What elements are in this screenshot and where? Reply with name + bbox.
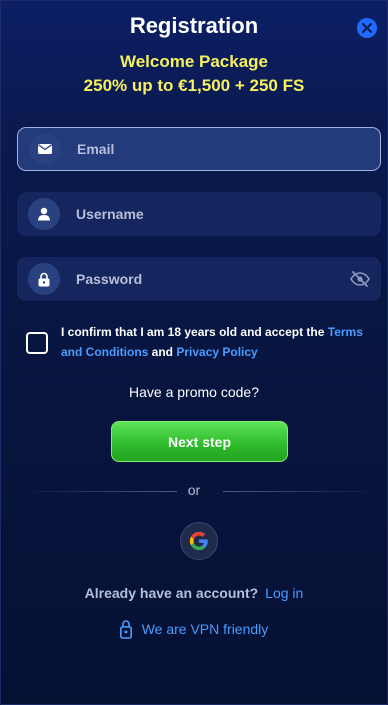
- divider-right: [223, 491, 381, 492]
- vpn-friendly-text: We are VPN friendly: [141, 621, 269, 637]
- vpn-lock-icon: [119, 619, 132, 639]
- age-confirm-checkbox[interactable]: [26, 332, 48, 354]
- or-separator: or: [187, 482, 201, 498]
- confirm-text-and: and: [148, 345, 177, 359]
- privacy-policy-link[interactable]: Privacy Policy: [176, 345, 257, 359]
- envelope-icon: [29, 133, 61, 165]
- registration-modal: Registration Welcome Package 250% up to …: [0, 0, 388, 705]
- google-login-button[interactable]: [180, 522, 218, 560]
- username-field[interactable]: [76, 192, 381, 236]
- lock-icon: [28, 263, 60, 295]
- promo-code-toggle[interactable]: Have a promo code?: [1, 384, 387, 400]
- email-field-wrapper: [17, 127, 381, 171]
- page-title: Registration: [129, 13, 259, 38]
- account-row: Already have an account? Log in: [1, 585, 387, 601]
- vpn-friendly-row: We are VPN friendly: [1, 619, 387, 639]
- next-step-button[interactable]: Next step: [111, 421, 288, 462]
- user-icon: [28, 198, 60, 230]
- eye-off-icon[interactable]: [349, 268, 371, 290]
- email-field[interactable]: [77, 128, 380, 170]
- username-field-wrapper: [17, 192, 381, 236]
- confirm-text-start: I confirm that I am 18 years old and acc…: [61, 325, 328, 339]
- welcome-package-offer: 250% up to €1,500 + 250 FS: [83, 76, 305, 95]
- password-field[interactable]: [76, 257, 349, 301]
- login-link[interactable]: Log in: [265, 585, 303, 601]
- account-question: Already have an account?: [84, 585, 259, 601]
- age-confirm-text: I confirm that I am 18 years old and acc…: [61, 322, 383, 362]
- password-field-wrapper: [17, 257, 381, 301]
- welcome-package-title: Welcome Package: [119, 52, 269, 71]
- google-icon: [189, 531, 208, 551]
